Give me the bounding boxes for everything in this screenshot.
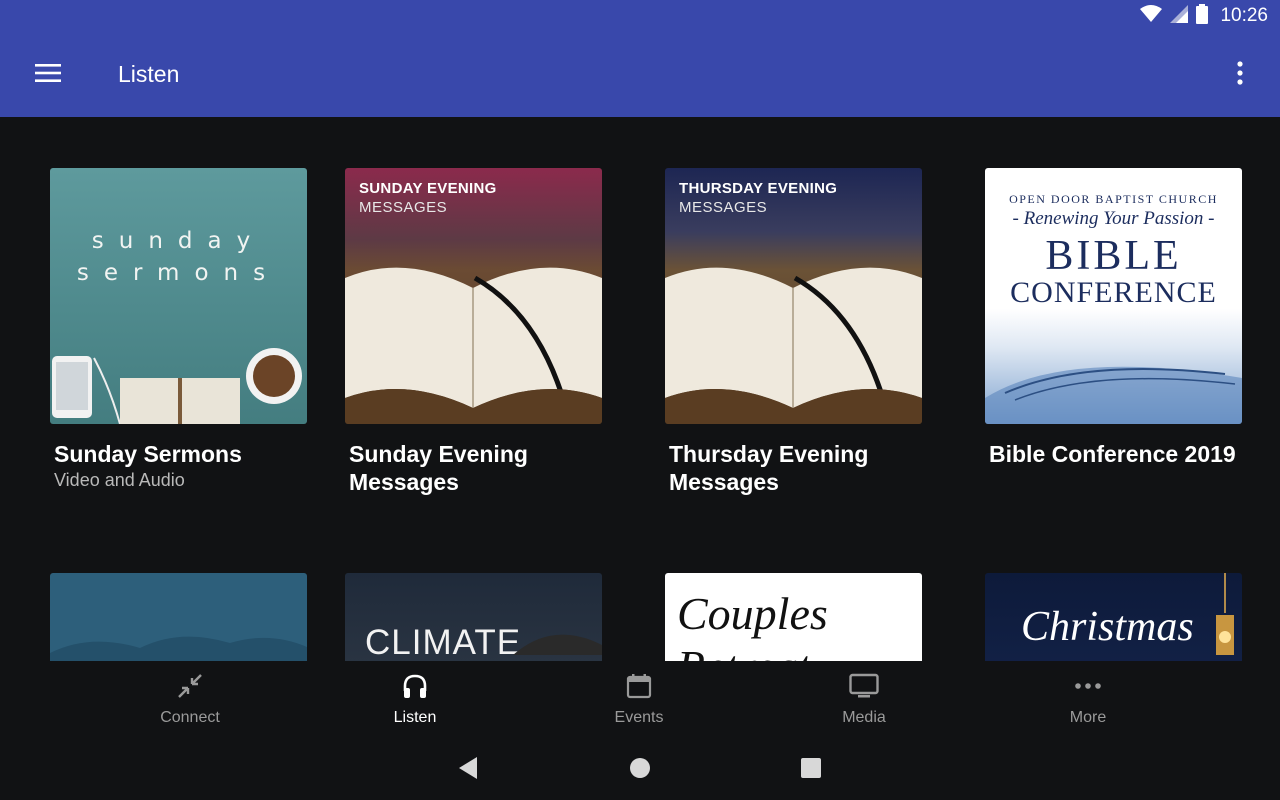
lantern-illustration bbox=[1216, 573, 1234, 655]
open-bible-illustration bbox=[345, 267, 602, 424]
series-card-bible-conference[interactable]: OPEN DOOR BAPTIST CHURCH - Renewing Your… bbox=[985, 168, 1242, 468]
collapse-arrows-icon bbox=[177, 673, 203, 704]
nav-label: Media bbox=[842, 709, 886, 726]
menu-button[interactable] bbox=[28, 57, 68, 93]
bottom-navigation: Connect Listen Events Media More bbox=[0, 661, 1280, 740]
desk-items-illustration bbox=[52, 348, 302, 424]
artwork-text: CONFERENCE bbox=[1010, 276, 1217, 309]
nav-label: Listen bbox=[393, 709, 437, 726]
artwork-text: - Renewing Your Passion - bbox=[1012, 208, 1215, 229]
artwork-text: OPEN DOOR BAPTIST CHURCH bbox=[1009, 192, 1218, 206]
system-home-button[interactable] bbox=[626, 756, 654, 784]
series-card-thursday-evening[interactable]: THURSDAY EVENING MESSAGES Thursday Eveni… bbox=[665, 168, 922, 496]
recents-square-icon bbox=[800, 757, 822, 784]
artwork-text: Couples Retreat bbox=[677, 588, 828, 661]
nav-tab-connect[interactable]: Connect bbox=[120, 661, 260, 740]
series-title: Sunday Sermons bbox=[54, 441, 242, 467]
artwork-subheading: MESSAGES bbox=[359, 199, 448, 216]
nav-tab-media[interactable]: Media bbox=[794, 661, 934, 740]
nav-label: Connect bbox=[160, 709, 220, 726]
series-card-couples-retreat[interactable]: Couples Retreat bbox=[665, 573, 922, 661]
series-artwork: SUNDAY EVENING MESSAGES bbox=[345, 168, 602, 424]
series-artwork: OPEN DOOR BAPTIST CHURCH - Renewing Your… bbox=[985, 168, 1242, 424]
artwork-text: BIBLE bbox=[1045, 233, 1182, 279]
umbrella-illustration bbox=[513, 634, 602, 655]
artwork-text: Christmas bbox=[1021, 604, 1194, 650]
home-circle-icon bbox=[629, 757, 651, 784]
calendar-icon bbox=[626, 673, 652, 704]
nav-tab-events[interactable]: Events bbox=[569, 661, 709, 740]
monitor-icon bbox=[849, 673, 879, 704]
series-artwork: THURSDAY EVENING MESSAGES bbox=[665, 168, 922, 424]
series-artwork: Christmas bbox=[985, 573, 1242, 661]
nav-label: More bbox=[1069, 709, 1107, 726]
wifi-icon bbox=[1140, 4, 1163, 28]
series-subtitle: Video and Audio bbox=[54, 470, 185, 490]
page-title: Listen bbox=[118, 61, 180, 87]
world-map-illustration bbox=[50, 636, 307, 661]
app-bar: Listen bbox=[0, 33, 1280, 117]
listen-grid: sunday sermons Sunday Sermons Video and … bbox=[0, 117, 1280, 661]
series-title: Sunday Evening Messages bbox=[349, 441, 528, 495]
series-card-climate[interactable]: CLIMATE bbox=[345, 573, 602, 661]
artwork-text: sermons bbox=[76, 260, 281, 286]
series-card[interactable] bbox=[50, 573, 307, 661]
series-card-sunday-sermons[interactable]: sunday sermons Sunday Sermons Video and … bbox=[50, 168, 307, 491]
status-icons: 10:26 bbox=[1140, 3, 1268, 29]
artwork-heading: THURSDAY EVENING bbox=[679, 180, 838, 197]
headphones-icon bbox=[402, 673, 428, 704]
series-artwork: Couples Retreat bbox=[665, 573, 922, 661]
status-bar: 10:26 bbox=[0, 0, 1280, 33]
system-recents-button[interactable] bbox=[797, 756, 825, 784]
nav-label: Events bbox=[614, 709, 664, 726]
nav-tab-more[interactable]: More bbox=[1018, 661, 1158, 740]
nav-tab-listen[interactable]: Listen bbox=[345, 661, 485, 740]
series-artwork: CLIMATE bbox=[345, 573, 602, 661]
more-vert-icon bbox=[1237, 60, 1243, 90]
status-time: 10:26 bbox=[1220, 5, 1268, 26]
series-card-christmas[interactable]: Christmas bbox=[985, 573, 1242, 661]
open-bible-illustration bbox=[665, 267, 922, 424]
signal-icon bbox=[1170, 4, 1189, 28]
artwork-heading: SUNDAY EVENING bbox=[359, 180, 497, 197]
artwork-subheading: MESSAGES bbox=[679, 199, 768, 216]
series-title: Thursday Evening Messages bbox=[669, 441, 869, 495]
series-card-sunday-evening[interactable]: SUNDAY EVENING MESSAGES Sunday Evening M… bbox=[345, 168, 602, 496]
overflow-menu-button[interactable] bbox=[1222, 57, 1258, 93]
battery-icon bbox=[1196, 3, 1209, 29]
system-back-button[interactable] bbox=[454, 756, 482, 784]
series-title: Bible Conference 2019 bbox=[989, 441, 1236, 467]
system-navigation-bar bbox=[0, 740, 1280, 800]
series-artwork: sunday sermons bbox=[50, 168, 307, 424]
series-artwork bbox=[50, 573, 307, 661]
back-triangle-icon bbox=[457, 756, 479, 785]
pages-illustration bbox=[985, 366, 1242, 424]
hamburger-menu-icon bbox=[35, 63, 61, 87]
artwork-text: sunday bbox=[91, 228, 266, 254]
artwork-text: CLIMATE bbox=[365, 623, 522, 661]
more-horiz-icon bbox=[1074, 673, 1102, 704]
